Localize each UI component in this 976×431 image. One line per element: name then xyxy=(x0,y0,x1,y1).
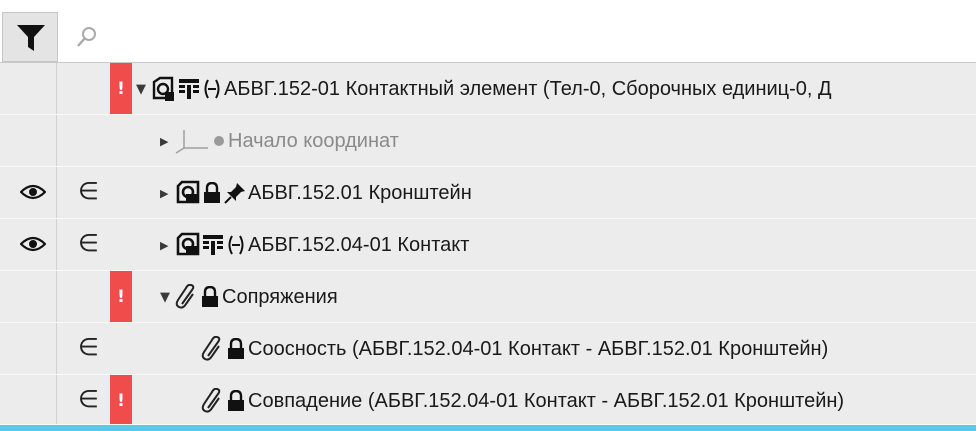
tree-row-assembly[interactable]: ! ▼ АБВГ.152-01 Контактный элемент (Тел-… xyxy=(0,63,976,115)
tree-node-label: АБВГ.152.01 Кронштейн xyxy=(248,181,472,204)
expand-arrow-icon[interactable]: ▶ xyxy=(160,239,174,252)
lock-icon xyxy=(226,390,246,412)
dot-icon xyxy=(212,134,226,148)
error-badge: ! xyxy=(110,63,132,114)
tree-node-label: Начало координат xyxy=(228,129,399,152)
membership-cell[interactable] xyxy=(57,63,109,114)
expand-arrow-icon[interactable]: ▼ xyxy=(136,82,150,97)
membership-cell[interactable] xyxy=(57,271,109,322)
tree-row-origin[interactable]: ▶ Начало координат xyxy=(0,115,976,167)
expand-arrow-icon[interactable]: ▼ xyxy=(160,290,174,305)
paperclip-icon xyxy=(174,284,198,310)
lock-icon xyxy=(200,286,220,308)
part-icon xyxy=(174,180,200,206)
tree-row-coincident[interactable]: ∈ ! Совпадение (АБВГ.152.04-01 Контакт -… xyxy=(0,375,976,425)
expand-arrow-icon[interactable]: ▶ xyxy=(160,135,174,148)
element-of-icon[interactable]: ∈ xyxy=(78,177,99,205)
visibility-cell[interactable] xyxy=(0,63,57,114)
tree-node: ▶ АБВГ.152.04-01 Контакт xyxy=(160,219,470,270)
config-table-icon xyxy=(202,233,224,257)
tree-node: ▶ АБВГ.152.01 Кронштейн xyxy=(160,167,472,218)
search-icon xyxy=(77,27,96,47)
tree-node-label: Сопряжения xyxy=(222,285,338,308)
config-table-icon xyxy=(178,77,200,101)
pin-icon xyxy=(224,182,246,204)
lock-icon xyxy=(226,338,246,360)
eye-icon[interactable] xyxy=(20,184,46,200)
search-input[interactable] xyxy=(108,18,972,56)
model-tree: ! ▼ АБВГ.152-01 Контактный элемент (Тел-… xyxy=(0,63,976,429)
tree-node: Соосность (АБВГ.152.04-01 Контакт - АБВГ… xyxy=(200,323,829,374)
funnel-icon xyxy=(17,25,45,51)
part-icon xyxy=(174,232,200,258)
tree-row-contact[interactable]: ∈ ▶ АБВГ.152.04-01 Контакт xyxy=(0,219,976,271)
element-of-icon[interactable]: ∈ xyxy=(78,229,99,257)
filter-button[interactable] xyxy=(2,12,58,62)
filter-bar xyxy=(0,0,976,63)
visibility-cell[interactable] xyxy=(0,115,57,166)
visibility-cell[interactable] xyxy=(0,323,57,374)
tree-node: ▼ Сопряжения xyxy=(160,271,338,322)
visibility-cell[interactable] xyxy=(0,167,57,218)
tree-node-label: АБВГ.152.04-01 Контакт xyxy=(248,233,470,256)
tree-node: ▶ Начало координат xyxy=(160,115,399,166)
minus-circle-icon xyxy=(226,234,246,256)
lock-icon xyxy=(202,182,222,204)
paperclip-icon xyxy=(200,388,224,414)
axes-icon xyxy=(174,128,210,154)
element-of-icon[interactable]: ∈ xyxy=(78,385,99,413)
tree-row-bracket[interactable]: ∈ ▶ АБВГ.152.01 Кронштейн xyxy=(0,167,976,219)
error-badge: ! xyxy=(110,271,132,322)
error-badge: ! xyxy=(110,375,132,424)
membership-cell[interactable] xyxy=(57,115,109,166)
visibility-cell[interactable] xyxy=(0,219,57,270)
expand-arrow-icon[interactable]: ▶ xyxy=(160,187,174,200)
selection-line xyxy=(0,425,976,431)
tree-node-label: Совпадение (АБВГ.152.04-01 Контакт - АБВ… xyxy=(248,389,845,412)
visibility-cell[interactable] xyxy=(0,375,57,424)
paperclip-icon xyxy=(200,336,224,362)
tree-node-label: АБВГ.152-01 Контактный элемент (Тел-0, С… xyxy=(224,77,832,100)
eye-icon[interactable] xyxy=(20,236,46,252)
tree-row-mates[interactable]: ! ▼ Сопряжения xyxy=(0,271,976,323)
tree-node: Совпадение (АБВГ.152.04-01 Контакт - АБВ… xyxy=(200,375,845,424)
visibility-cell[interactable] xyxy=(0,271,57,322)
tree-node: ▼ АБВГ.152-01 Контактный элемент (Тел-0,… xyxy=(136,63,832,114)
minus-circle-icon xyxy=(202,78,222,100)
assembly-icon xyxy=(150,76,176,102)
element-of-icon[interactable]: ∈ xyxy=(78,333,99,361)
tree-row-concentric[interactable]: ∈ Соосность (АБВГ.152.04-01 Контакт - АБ… xyxy=(0,323,976,375)
tree-node-label: Соосность (АБВГ.152.04-01 Контакт - АБВГ… xyxy=(248,337,829,360)
